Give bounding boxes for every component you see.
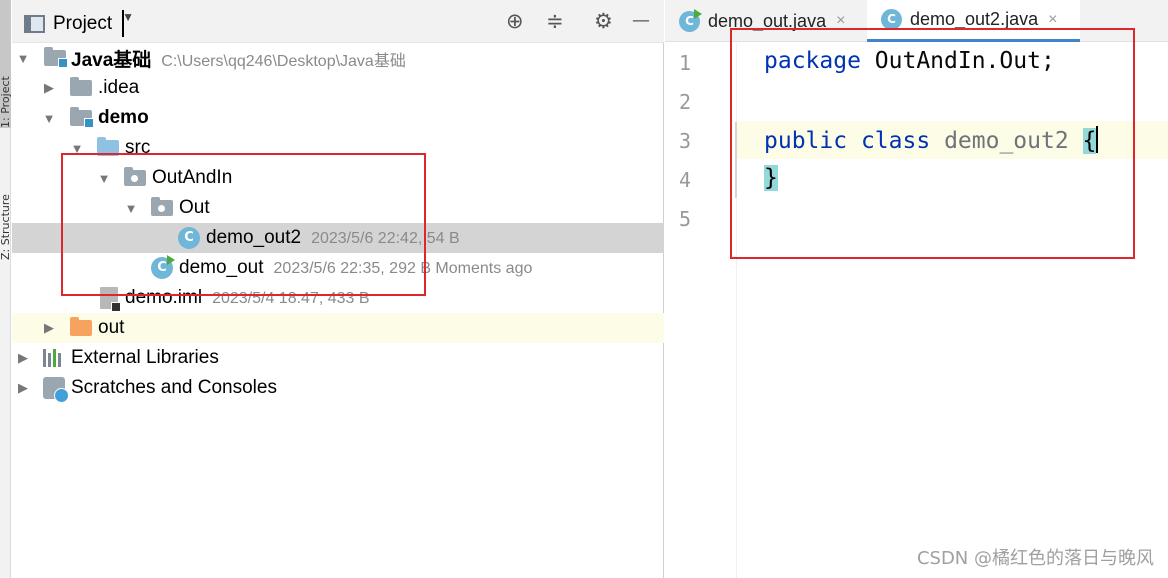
collapse-icon[interactable]: ≑ (546, 9, 564, 33)
locate-icon[interactable]: ⊕ (506, 9, 524, 33)
excluded-folder-icon (70, 317, 92, 336)
java-class-runnable-icon: C (679, 8, 702, 32)
tree-item-java-root[interactable]: ▼ Java基础 C:\Users\qq246\Desktop\Java基础 (12, 43, 664, 73)
line-number: 5 (678, 207, 692, 231)
tree-item-external-libraries[interactable]: ▶ External Libraries (12, 343, 664, 373)
tree-item-scratches[interactable]: ▶ Scratches and Consoles (12, 373, 664, 403)
folder-icon (70, 77, 92, 96)
expand-arrow-icon[interactable]: ▶ (16, 350, 30, 366)
line-number: 2 (678, 90, 692, 114)
highlight-box (61, 153, 426, 296)
panel-title: Project (53, 12, 113, 34)
tree-item-demo[interactable]: ▼ demo (12, 103, 664, 133)
minimize-icon[interactable]: — (632, 9, 650, 33)
close-icon[interactable]: × (1048, 11, 1057, 29)
libraries-icon (43, 349, 65, 367)
line-number-gutter: 1 2 3 4 5 (665, 43, 737, 578)
highlight-box (730, 28, 1135, 259)
tree-item-label: .idea (98, 77, 140, 98)
gear-icon[interactable]: ⚙ (594, 9, 613, 33)
tree-item-out-folder[interactable]: ▶ out (12, 313, 664, 343)
tool-window-strip: 1: Project Z: Structure (0, 0, 11, 578)
tree-item-label: out (98, 317, 125, 338)
expand-arrow-icon[interactable]: ▶ (42, 80, 56, 96)
line-number: 1 (678, 51, 692, 75)
project-tool-tab[interactable]: 1: Project (0, 0, 11, 128)
line-number: 3 (678, 129, 692, 153)
line-number: 4 (678, 168, 692, 192)
project-panel: Project ▼ ⊕ ≑ ⚙ — ▼ Java基础 C:\Users\qq246… (12, 0, 664, 578)
scratches-icon (43, 377, 69, 403)
module-folder-icon (70, 107, 94, 128)
editor-area: C demo_out.java × C demo_out2.java × 1 2… (665, 0, 1168, 578)
tree-item-path: C:\Users\qq246\Desktop\Java基础 (161, 52, 406, 70)
expand-arrow-icon[interactable]: ▶ (16, 380, 30, 396)
structure-tool-tab[interactable]: Z: Structure (0, 140, 11, 260)
expand-arrow-icon[interactable]: ▼ (42, 111, 56, 126)
tree-item-label: demo (98, 107, 149, 128)
tree-item-label: Scratches and Consoles (71, 377, 277, 398)
watermark: CSDN @橘红色的落日与晚风 (916, 548, 1154, 569)
project-view-selector[interactable]: Project ▼ (24, 10, 134, 37)
project-panel-header: Project ▼ ⊕ ≑ ⚙ — (12, 0, 664, 43)
expand-arrow-icon[interactable]: ▶ (42, 320, 56, 336)
expand-arrow-icon[interactable]: ▼ (16, 51, 30, 66)
chevron-down-icon[interactable]: ▼ (122, 10, 134, 37)
panel-icon (24, 14, 45, 33)
java-class-icon: C (881, 9, 902, 30)
tree-item-label: Java基础 C:\Users\qq246\Desktop\Java基础 (71, 49, 406, 71)
module-folder-icon (44, 47, 68, 68)
tree-item-label: External Libraries (71, 347, 219, 368)
tree-item-idea[interactable]: ▶ .idea (12, 73, 664, 103)
tab-label: demo_out2.java (910, 9, 1039, 29)
